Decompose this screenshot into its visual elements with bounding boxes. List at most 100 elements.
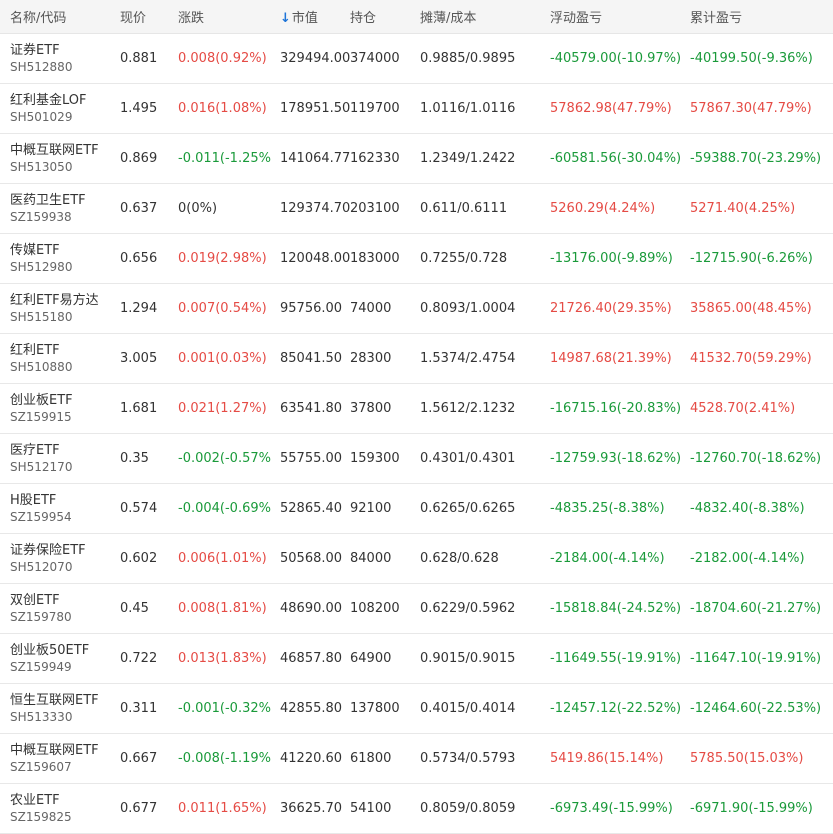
cost-cell: 0.8093/1.0004 [420,301,516,316]
change-cell: 0.019(2.98%) [178,251,267,266]
sort-down-arrow-icon: ↓ [280,11,291,26]
floating-pl-cell: -12457.12(-22.52%) [550,701,682,716]
change-cell: 0.021(1.27%) [178,401,267,416]
price-cell: 1.681 [120,401,158,416]
market-value-cell: 41220.60 [280,751,343,766]
header-market-value[interactable]: ↓市值 [272,7,350,26]
table-row[interactable]: 创业板ETF SZ159915 1.681 0.021(1.27%) 63541… [0,384,833,434]
cumulative-pl-cell: 57867.30(47.79%) [690,101,812,116]
table-body: 证券ETF SH512880 0.881 0.008(0.92%) 329494… [0,34,833,834]
change-cell: 0.016(1.08%) [178,101,267,116]
header-cumulative-pl[interactable]: 累计盈亏 [690,7,833,26]
table-row[interactable]: 中概互联网ETF SH513050 0.869 -0.011(-1.25%) 1… [0,134,833,184]
floating-pl-cell: -15818.84(-24.52%) [550,601,682,616]
header-price[interactable]: 现价 [110,7,170,26]
header-cost[interactable]: 摊薄/成本 [420,7,550,26]
table-row[interactable]: 证券ETF SH512880 0.881 0.008(0.92%) 329494… [0,34,833,84]
change-cell: 0.006(1.01%) [178,551,267,566]
table-row[interactable]: 红利基金LOF SH501029 1.495 0.016(1.08%) 1789… [0,84,833,134]
change-cell: 0.008(1.81%) [178,601,267,616]
floating-pl-cell: 14987.68(21.39%) [550,351,672,366]
table-row[interactable]: 传媒ETF SH512980 0.656 0.019(2.98%) 120048… [0,234,833,284]
floating-pl-cell: -6973.49(-15.99%) [550,801,673,816]
fund-name: 红利ETF [10,342,60,358]
header-floating-pl[interactable]: 浮动盈亏 [550,7,690,26]
fund-code: SZ159825 [10,809,72,824]
change-cell: 0(0%) [178,201,218,216]
fund-code: SZ159954 [10,509,72,524]
cumulative-pl-cell: -18704.60(-21.27%) [690,601,822,616]
cost-cell: 1.0116/1.0116 [420,101,516,116]
cumulative-pl-cell: -12715.90(-6.26%) [690,251,813,266]
holdings-cell: 37800 [350,401,392,416]
market-value-cell: 85041.50 [280,351,343,366]
table-row[interactable]: H股ETF SZ159954 0.574 -0.004(-0.69%) 5286… [0,484,833,534]
fund-name-cell: 农业ETF SZ159825 [0,792,110,826]
market-value-cell: 120048.00 [280,251,350,266]
table-row[interactable]: 恒生互联网ETF SH513330 0.311 -0.001(-0.32%) 4… [0,684,833,734]
table-row[interactable]: 创业板50ETF SZ159949 0.722 0.013(1.83%) 468… [0,634,833,684]
fund-name: 双创ETF [10,592,60,608]
table-row[interactable]: 红利ETF SH510880 3.005 0.001(0.03%) 85041.… [0,334,833,384]
holdings-cell: 203100 [350,201,400,216]
market-value-cell: 46857.80 [280,651,343,666]
table-row[interactable]: 医疗ETF SH512170 0.35 -0.002(-0.57%) 55755… [0,434,833,484]
cost-cell: 0.4301/0.4301 [420,451,516,466]
cost-cell: 0.8059/0.8059 [420,801,516,816]
fund-code: SH512070 [10,559,73,574]
holdings-cell: 374000 [350,51,400,66]
floating-pl-cell: 21726.40(29.35%) [550,301,672,316]
fund-name: 医疗ETF [10,442,60,458]
market-value-cell: 63541.80 [280,401,343,416]
price-cell: 0.45 [120,601,149,616]
table-row[interactable]: 证券保险ETF SH512070 0.602 0.006(1.01%) 5056… [0,534,833,584]
cost-cell: 0.9015/0.9015 [420,651,516,666]
cumulative-pl-cell: 35865.00(48.45%) [690,301,812,316]
price-cell: 0.574 [120,501,158,516]
cumulative-pl-cell: -6971.90(-15.99%) [690,801,813,816]
fund-name-cell: 中概互联网ETF SH513050 [0,142,110,176]
table-row[interactable]: 中概互联网ETF SZ159607 0.667 -0.008(-1.19%) 4… [0,734,833,784]
table-row[interactable]: 医药卫生ETF SZ159938 0.637 0(0%) 129374.70 2… [0,184,833,234]
floating-pl-cell: 57862.98(47.79%) [550,101,672,116]
floating-pl-cell: -16715.16(-20.83%) [550,401,682,416]
header-name[interactable]: 名称/代码 [0,7,110,26]
holdings-table: 名称/代码 现价 涨跌 ↓市值 持仓 摊薄/成本 浮动盈亏 累计盈亏 证券ETF… [0,0,833,834]
holdings-cell: 159300 [350,451,400,466]
fund-name: 证券保险ETF [10,542,86,558]
fund-code: SH513050 [10,159,73,174]
holdings-cell: 92100 [350,501,392,516]
floating-pl-cell: -11649.55(-19.91%) [550,651,682,666]
fund-name-cell: 证券保险ETF SH512070 [0,542,110,576]
fund-code: SZ159915 [10,409,72,424]
change-cell: 0.007(0.54%) [178,301,267,316]
fund-code: SH513330 [10,709,73,724]
market-value-cell: 141064.77 [280,151,350,166]
holdings-cell: 74000 [350,301,392,316]
table-row[interactable]: 农业ETF SZ159825 0.677 0.011(1.65%) 36625.… [0,784,833,834]
holdings-cell: 119700 [350,101,400,116]
fund-name: 传媒ETF [10,242,60,258]
fund-name-cell: 医疗ETF SH512170 [0,442,110,476]
change-cell: -0.008(-1.19%) [178,751,272,766]
holdings-cell: 84000 [350,551,392,566]
fund-name: 恒生互联网ETF [10,692,99,708]
price-cell: 0.667 [120,751,158,766]
fund-code: SZ159780 [10,609,72,624]
cost-cell: 0.628/0.628 [420,551,499,566]
floating-pl-cell: -4835.25(-8.38%) [550,501,665,516]
price-cell: 0.311 [120,701,158,716]
market-value-cell: 48690.00 [280,601,343,616]
header-holdings[interactable]: 持仓 [350,7,420,26]
cumulative-pl-cell: -12464.60(-22.53%) [690,701,822,716]
table-row[interactable]: 红利ETF易方达 SH515180 1.294 0.007(0.54%) 957… [0,284,833,334]
fund-name-cell: 传媒ETF SH512980 [0,242,110,276]
cumulative-pl-cell: -2182.00(-4.14%) [690,551,805,566]
header-change[interactable]: 涨跌 [170,7,272,26]
table-row[interactable]: 双创ETF SZ159780 0.45 0.008(1.81%) 48690.0… [0,584,833,634]
price-cell: 0.881 [120,51,158,66]
fund-name-cell: 医药卫生ETF SZ159938 [0,192,110,226]
holdings-cell: 162330 [350,151,400,166]
fund-name-cell: 证券ETF SH512880 [0,42,110,76]
price-cell: 0.722 [120,651,158,666]
